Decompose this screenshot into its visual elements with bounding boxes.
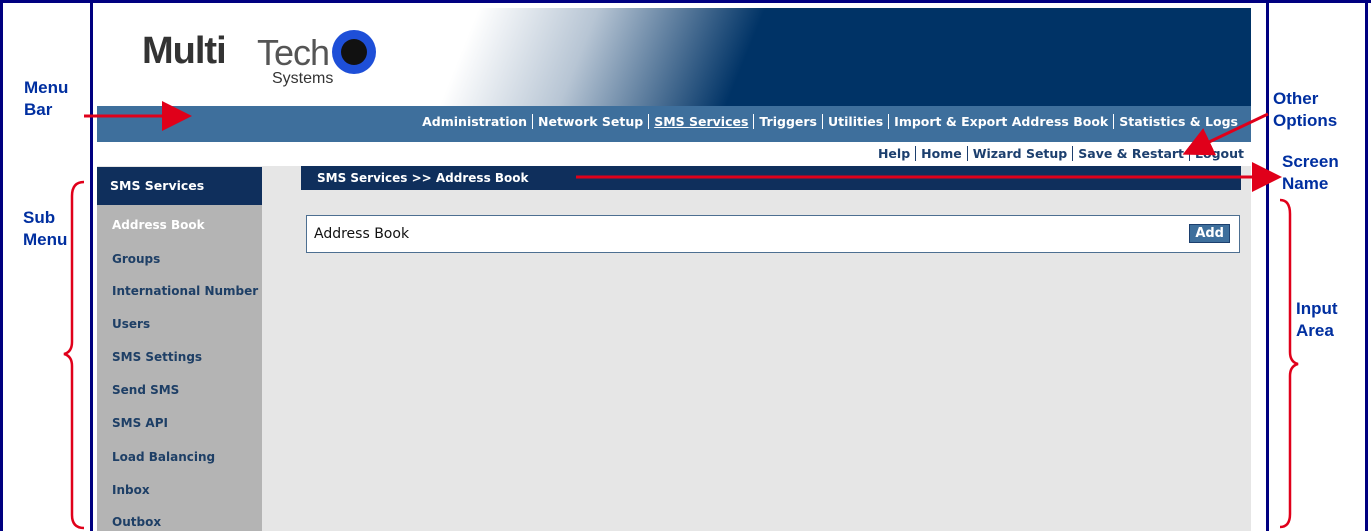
annotation-overlay	[63, 101, 1299, 530]
input-area-brace	[1279, 198, 1299, 529]
sub-menu-brace	[63, 180, 85, 530]
other-options-arrow	[1182, 112, 1269, 156]
